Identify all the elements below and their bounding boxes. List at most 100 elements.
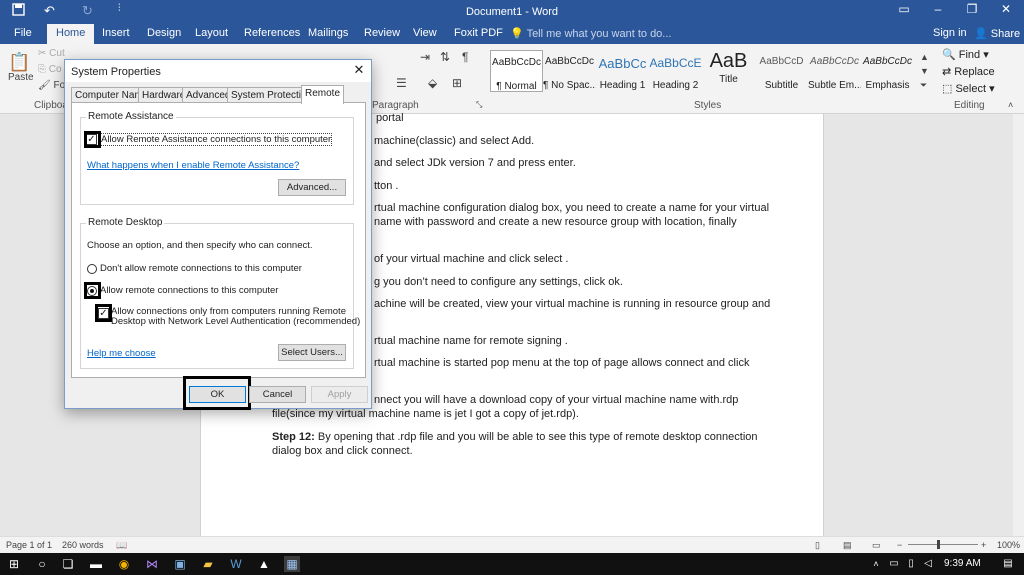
clock[interactable]: 9:39 AM bbox=[944, 558, 981, 569]
zoom-level[interactable]: 100% bbox=[997, 540, 1020, 550]
style-normal[interactable]: AaBbCcDc ¶ Normal bbox=[490, 50, 543, 92]
dialog-title-bar[interactable]: System Properties ✕ bbox=[65, 60, 371, 82]
pilcrow-icon[interactable]: ¶ bbox=[462, 50, 468, 64]
zoom-slider-thumb[interactable] bbox=[937, 540, 940, 549]
search-icon[interactable]: ○ bbox=[34, 556, 50, 572]
remote-assistance-help-link[interactable]: What happens when I enable Remote Assist… bbox=[87, 160, 299, 171]
status-bar: Page 1 of 1 260 words 📖 ▯ ▤ ▭ − + 100% bbox=[0, 536, 1024, 553]
allow-remote-assistance-label[interactable]: Allow Remote Assistance connections to t… bbox=[99, 133, 333, 146]
dialog-launcher-icon[interactable]: ⤡ bbox=[476, 100, 482, 110]
sort-icon[interactable]: ⇅ bbox=[440, 50, 450, 64]
allow-remote-connections-label[interactable]: Allow remote connections to this compute… bbox=[100, 285, 278, 296]
app-icon[interactable]: ▬ bbox=[88, 556, 104, 572]
style-no-spacing[interactable]: AaBbCcDc ¶ No Spac... bbox=[543, 50, 596, 92]
borders-icon[interactable]: ⊞ bbox=[452, 76, 462, 90]
volume-icon[interactable]: ◁ bbox=[920, 556, 936, 572]
tab-mailings[interactable]: Mailings bbox=[308, 27, 348, 39]
apply-button[interactable]: Apply bbox=[311, 386, 368, 403]
remote-desktop-instruction: Choose an option, and then specify who c… bbox=[87, 240, 313, 251]
doc-line: rtual machine configuration dialog box, … bbox=[374, 202, 770, 214]
tab-home[interactable]: Home bbox=[47, 24, 95, 44]
style-subtle-emphasis[interactable]: AaBbCcDc Subtle Em... bbox=[808, 50, 861, 92]
doc-line: achine will be created, view your virtua… bbox=[374, 298, 771, 310]
folder-icon[interactable]: ▰ bbox=[200, 556, 216, 572]
tell-me-search[interactable]: 💡 Tell me what you want to do... bbox=[510, 27, 671, 40]
highlight-box bbox=[84, 131, 101, 148]
windows-start-icon[interactable]: ⊞ bbox=[6, 556, 22, 572]
tell-me-text: Tell me what you want to do... bbox=[526, 28, 672, 40]
lightbulb-icon: 💡 bbox=[510, 28, 524, 40]
tab-view[interactable]: View bbox=[413, 27, 437, 39]
cancel-button[interactable]: Cancel bbox=[249, 386, 306, 403]
system-properties-icon[interactable]: ▦ bbox=[284, 556, 300, 572]
share-button[interactable]: 👤 Share bbox=[974, 27, 1020, 40]
select-button[interactable]: ⬚ Select ▾ bbox=[942, 82, 995, 95]
word-icon[interactable]: W bbox=[228, 556, 244, 572]
doc-line: machine(classic) and select Add. bbox=[374, 135, 535, 147]
zoom-in-icon[interactable]: + bbox=[981, 540, 986, 550]
styles-scroll-up-icon[interactable]: ▲ bbox=[920, 52, 929, 62]
person-icon: 👤 bbox=[974, 28, 988, 40]
proofing-icon[interactable]: 📖 bbox=[116, 540, 127, 551]
select-users-button[interactable]: Select Users... bbox=[278, 344, 346, 361]
style-heading-1[interactable]: AaBbCc Heading 1 bbox=[596, 50, 649, 92]
deny-remote-connections-label[interactable]: Don't allow remote connections to this c… bbox=[100, 263, 302, 274]
highlight-box bbox=[84, 282, 101, 299]
deny-remote-connections-radio[interactable] bbox=[87, 264, 97, 274]
styles-group-label: Styles bbox=[694, 100, 722, 111]
tab-references[interactable]: References bbox=[244, 27, 300, 39]
nla-label-line-2[interactable]: Desktop with Network Level Authenticatio… bbox=[111, 316, 360, 327]
task-view-icon[interactable]: ❏ bbox=[60, 556, 76, 572]
paste-label[interactable]: Paste bbox=[8, 72, 34, 83]
dialog-close-icon[interactable]: ✕ bbox=[349, 62, 369, 80]
dialog-title: System Properties bbox=[71, 66, 161, 78]
indent-icon[interactable]: ⇥ bbox=[420, 50, 430, 64]
monitor-icon[interactable]: ▣ bbox=[172, 556, 188, 572]
battery-icon[interactable]: ▭ bbox=[886, 556, 902, 572]
tab-design[interactable]: Design bbox=[147, 27, 181, 39]
network-icon[interactable]: ▯ bbox=[903, 556, 919, 572]
tab-foxit-pdf[interactable]: Foxit PDF bbox=[454, 27, 503, 39]
format-painter-button[interactable]: 🖌 Fo bbox=[38, 80, 65, 91]
vertical-scrollbar[interactable] bbox=[1013, 114, 1024, 536]
help-me-choose-link[interactable]: Help me choose bbox=[87, 348, 156, 359]
document-title: Document1 - Word bbox=[465, 6, 559, 18]
shading-icon[interactable]: ⬙ bbox=[428, 76, 437, 90]
select-icon: ⬚ bbox=[942, 83, 953, 95]
chrome-icon[interactable]: ◉ bbox=[116, 556, 132, 572]
zoom-out-icon[interactable]: − bbox=[897, 540, 902, 550]
styles-more-icon[interactable]: ⏷ bbox=[920, 80, 927, 91]
advanced-button[interactable]: Advanced... bbox=[278, 179, 346, 196]
copy-button[interactable]: ⎘ Co bbox=[38, 64, 62, 75]
style-subtitle[interactable]: AaBbCcD Subtitle bbox=[755, 50, 808, 92]
doc-line: portal bbox=[376, 112, 404, 124]
line-spacing-icon[interactable]: ☰ bbox=[396, 76, 407, 90]
tab-review[interactable]: Review bbox=[364, 27, 400, 39]
style-title[interactable]: AaB Title bbox=[702, 50, 755, 92]
tab-layout[interactable]: Layout bbox=[195, 27, 228, 39]
tab-file[interactable]: File bbox=[14, 27, 32, 39]
print-layout-icon[interactable]: ▤ bbox=[843, 540, 852, 551]
style-heading-2[interactable]: AaBbCcE Heading 2 bbox=[649, 50, 702, 92]
page-count[interactable]: Page 1 of 1 bbox=[6, 540, 52, 550]
replace-button[interactable]: ⇄ Replace bbox=[942, 65, 995, 78]
paste-icon[interactable]: 📋 bbox=[8, 52, 30, 73]
style-emphasis[interactable]: AaBbCcDc Emphasis bbox=[861, 50, 914, 92]
notifications-icon[interactable]: ▤ bbox=[1000, 556, 1016, 572]
word-count[interactable]: 260 words bbox=[62, 540, 104, 550]
web-layout-icon[interactable]: ▭ bbox=[872, 540, 881, 551]
close-icon[interactable]: ✕ bbox=[986, 2, 1024, 16]
photos-icon[interactable]: ▲ bbox=[256, 556, 272, 572]
show-hidden-icons-icon[interactable]: ˄ bbox=[868, 556, 884, 572]
read-mode-icon[interactable]: ▯ bbox=[815, 540, 820, 551]
collapse-ribbon-icon[interactable]: ˄ bbox=[1008, 100, 1013, 110]
tab-remote[interactable]: Remote bbox=[301, 85, 345, 104]
find-button[interactable]: 🔍 Find ▾ bbox=[942, 48, 989, 61]
styles-scroll-down-icon[interactable]: ▼ bbox=[920, 66, 929, 76]
sign-in-link[interactable]: Sign in bbox=[933, 27, 967, 39]
cut-button[interactable]: ✂ Cut bbox=[38, 48, 65, 59]
highlight-box bbox=[183, 376, 251, 410]
visual-studio-icon[interactable]: ⋈ bbox=[144, 556, 160, 572]
tab-insert[interactable]: Insert bbox=[102, 27, 130, 39]
zoom-slider[interactable] bbox=[908, 544, 978, 545]
